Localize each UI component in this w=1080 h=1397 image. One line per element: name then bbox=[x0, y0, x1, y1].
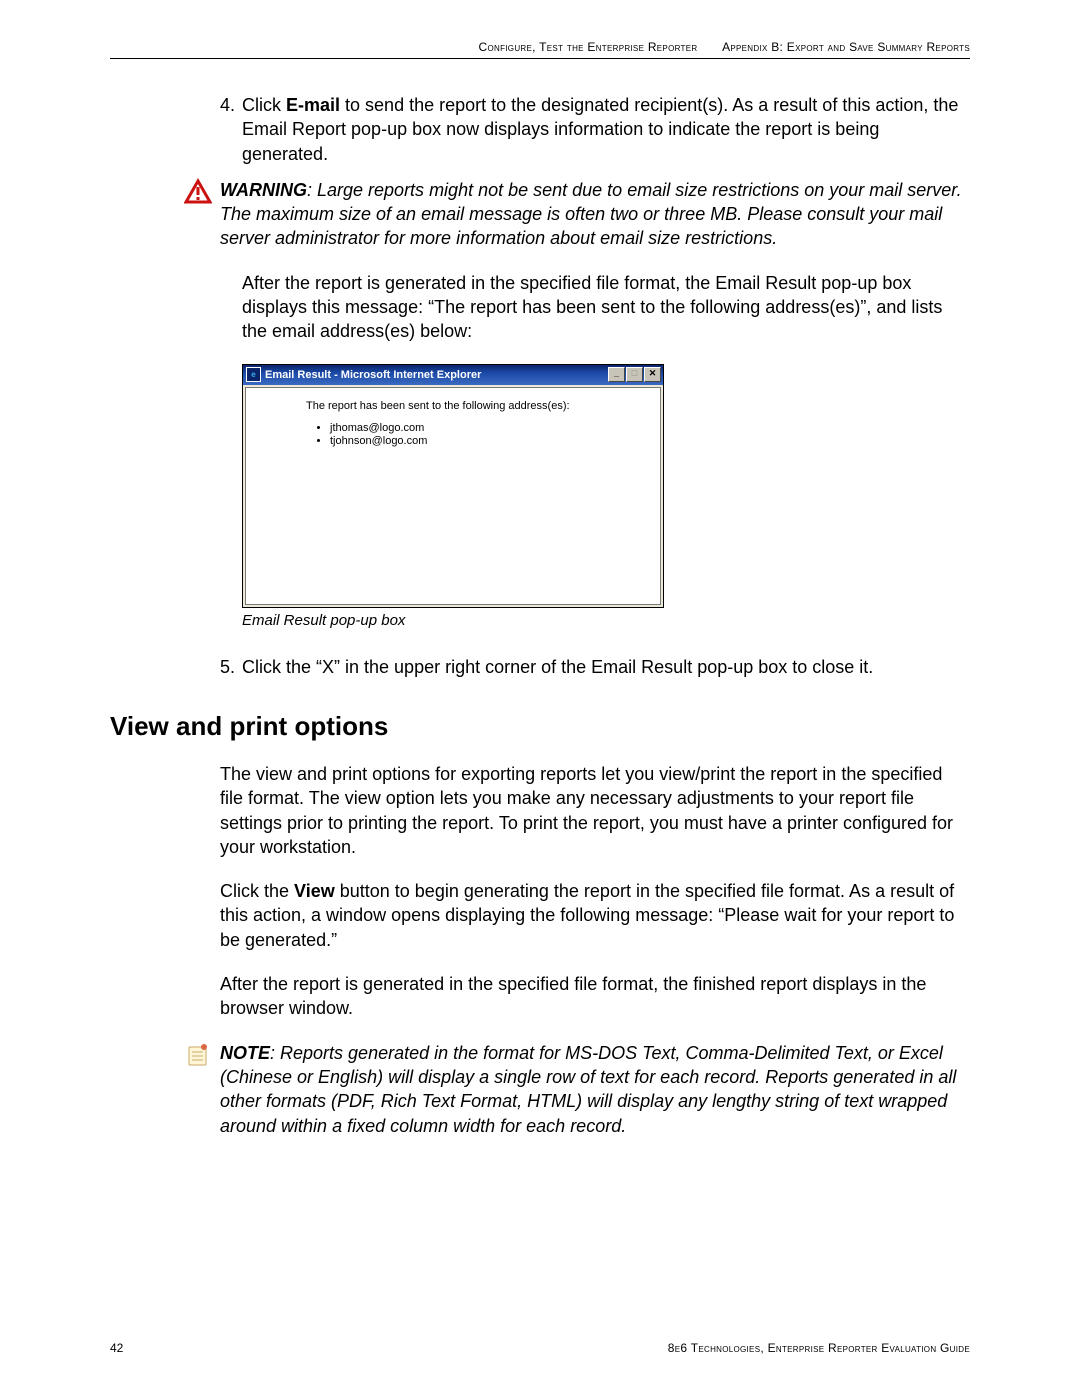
warning-callout: WARNING: Large reports might not be sent… bbox=[220, 178, 970, 251]
email-result-popup: e Email Result - Microsoft Internet Expl… bbox=[242, 364, 664, 608]
window-controls: _ □ ✕ bbox=[608, 367, 661, 382]
popup-titlebar: e Email Result - Microsoft Internet Expl… bbox=[243, 365, 663, 385]
section-heading: View and print options bbox=[110, 711, 970, 742]
minimize-button[interactable]: _ bbox=[608, 367, 625, 382]
step-5: 5. Click the “X” in the upper right corn… bbox=[220, 655, 970, 679]
page-number: 42 bbox=[110, 1341, 123, 1355]
step-4-pre: Click bbox=[242, 95, 286, 115]
running-header: Configure, Test the Enterprise Reporter … bbox=[110, 40, 970, 59]
email-item: tjohnson@logo.com bbox=[330, 435, 650, 447]
note-callout: NOTE: Reports generated in the format fo… bbox=[220, 1041, 970, 1138]
maximize-button[interactable]: □ bbox=[626, 367, 643, 382]
page-footer: 42 8e6 Technologies, Enterprise Reporter… bbox=[110, 1341, 970, 1355]
warning-icon bbox=[184, 178, 212, 206]
popup-message: The report has been sent to the followin… bbox=[306, 400, 650, 412]
step-number: 4. bbox=[220, 93, 235, 117]
view-p2-bold: View bbox=[294, 881, 335, 901]
note-icon bbox=[184, 1041, 212, 1069]
note-lead: NOTE bbox=[220, 1043, 270, 1063]
header-left: Configure, Test the Enterprise Reporter bbox=[479, 40, 698, 54]
email-item: jthomas@logo.com bbox=[330, 422, 650, 434]
popup-title: Email Result - Microsoft Internet Explor… bbox=[265, 369, 608, 381]
step-4: 4. Click E-mail to send the report to th… bbox=[220, 93, 970, 166]
warning-text: : Large reports might not be sent due to… bbox=[220, 180, 962, 249]
view-paragraph-2: Click the View button to begin generatin… bbox=[220, 879, 970, 952]
warning-lead: WARNING bbox=[220, 180, 307, 200]
step-number: 5. bbox=[220, 655, 235, 679]
view-paragraph-1: The view and print options for exporting… bbox=[220, 762, 970, 859]
close-button[interactable]: ✕ bbox=[644, 367, 661, 382]
document-page: Configure, Test the Enterprise Reporter … bbox=[0, 0, 1080, 1397]
view-p2-pre: Click the bbox=[220, 881, 294, 901]
step-5-text: Click the “X” in the upper right corner … bbox=[242, 657, 873, 677]
footer-text: 8e6 Technologies, Enterprise Reporter Ev… bbox=[668, 1341, 970, 1355]
after-generation-paragraph: After the report is generated in the spe… bbox=[220, 271, 970, 344]
step-4-post: to send the report to the designated rec… bbox=[242, 95, 958, 164]
header-right: Appendix B: Export and Save Summary Repo… bbox=[722, 40, 970, 54]
ie-icon: e bbox=[246, 367, 261, 382]
note-text: : Reports generated in the format for MS… bbox=[220, 1043, 956, 1136]
email-list: jthomas@logo.com tjohnson@logo.com bbox=[330, 422, 650, 447]
popup-body: The report has been sent to the followin… bbox=[245, 387, 661, 605]
popup-caption: Email Result pop-up box bbox=[242, 612, 970, 629]
step-4-bold: E-mail bbox=[286, 95, 340, 115]
view-paragraph-3: After the report is generated in the spe… bbox=[220, 972, 970, 1021]
content-block: 4. Click E-mail to send the report to th… bbox=[110, 93, 970, 1138]
